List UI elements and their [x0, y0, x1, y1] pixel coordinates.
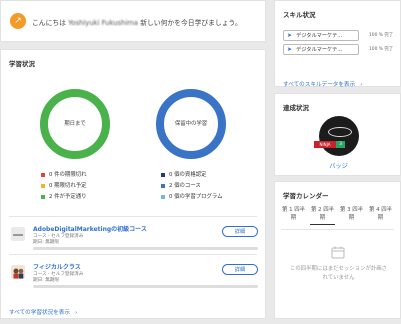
skill-points: 100 % 完了: [369, 47, 394, 52]
skill-pill[interactable]: ➤ デジタルマーケテ...: [283, 30, 359, 41]
achievements-card: 達成状況 NINJA 3 バッジ: [274, 93, 401, 176]
pending-stats: 0 個の資格認定 2 個のコース 0 個の学習プログラム: [161, 170, 223, 203]
stat-courses[interactable]: 2 個のコース: [161, 181, 223, 192]
skills-title: スキル状況: [283, 11, 316, 19]
achievements-title: 達成状況: [283, 104, 309, 112]
blue-square-icon: [161, 183, 165, 188]
green-square-icon: [41, 194, 45, 199]
quarter-tab[interactable]: 第 3 四半期: [339, 206, 364, 222]
stat-overdue[interactable]: 0 件の期限切れ: [41, 170, 87, 181]
quarter-tab[interactable]: 第 1 四半期: [281, 206, 306, 222]
skills-card: スキル状況 ➤ デジタルマーケテ... 100 % 完了 ➤ デジタルマーケテ...…: [274, 0, 401, 90]
learning-status-title: 学習状況: [9, 60, 35, 68]
user-name: Yoshiyuki Fukushima: [68, 19, 139, 27]
stat-due-soon[interactable]: 0 期限切れ予定: [41, 181, 87, 192]
show-all-skills-link[interactable]: すべてのスキルデータを表示 ›: [283, 71, 362, 90]
course-progress-bar: [33, 247, 258, 250]
send-arrow-icon: ➤: [287, 46, 293, 53]
details-button[interactable]: 詳細: [222, 226, 258, 237]
divider: [9, 254, 257, 255]
stat-certifications[interactable]: 0 個の資格認定: [161, 170, 223, 181]
course-due: 期日: 無期限: [33, 278, 59, 283]
course-thumbnail: [11, 265, 25, 279]
calendar-title: 学習カレンダー: [283, 192, 329, 200]
badges-link[interactable]: バッジ: [275, 161, 401, 170]
course-progress-bar: [33, 285, 258, 288]
calendar-icon: [331, 246, 345, 259]
stat-programs[interactable]: 0 個の学習プログラム: [161, 192, 223, 203]
divider: [281, 229, 394, 230]
badge-image[interactable]: [319, 116, 359, 156]
due-donut-label: 期日まで: [64, 121, 86, 127]
divider: [9, 216, 257, 217]
ninja-mask-icon: [328, 127, 352, 137]
learning-calendar-card: 学習カレンダー 第 1 四半期 第 2 四半期 第 3 四半期 第 4 四半期 …: [274, 181, 401, 319]
red-square-icon: [41, 172, 45, 177]
course-due: 期日: 無期限: [33, 240, 59, 245]
trend-up-icon: ↗: [10, 13, 26, 29]
greeting-card: ↗ こんにちは Yoshiyuki Fukushima 新しい何かを今日学びまし…: [0, 0, 266, 42]
badge-ribbon: NINJA: [314, 141, 336, 148]
skill-pill[interactable]: ➤ デジタルマーケテ...: [283, 44, 359, 55]
send-arrow-icon: ➤: [287, 32, 293, 39]
quarter-tab-active[interactable]: 第 2 四半期: [310, 206, 335, 225]
greeting-prefix: こんにちは: [32, 19, 69, 27]
due-donut[interactable]: 期日まで: [39, 88, 111, 160]
greeting-message: こんにちは Yoshiyuki Fukushima 新しい何かを今日学びましょう…: [32, 17, 242, 27]
yellow-square-icon: [41, 183, 45, 188]
course-title[interactable]: フィジカルクラス: [33, 262, 81, 271]
pending-donut[interactable]: 保留中の学習: [155, 88, 227, 160]
calendar-empty-message: この四半期にはまだセッションが計画さ れていません: [289, 266, 388, 281]
chevron-right-icon: ›: [360, 82, 363, 88]
stat-on-track[interactable]: 2 件が予定通り: [41, 192, 87, 203]
chevron-right-icon: ›: [75, 310, 78, 316]
learning-status-card: 学習状況 期日まで 保留中の学習 0 件の期限切れ 0 期限切れ予定 2 件が予…: [0, 49, 266, 319]
greeting-suffix: 新しい何かを今日学びましょう。: [138, 19, 242, 27]
quarter-tab[interactable]: 第 4 四半期: [368, 206, 393, 222]
course-thumbnail: [11, 227, 25, 241]
navy-square-icon: [161, 172, 165, 177]
details-button[interactable]: 詳細: [222, 264, 258, 275]
course-item[interactable]: AdobeDigitalMarketingの初級コース コース - セルフ登録済…: [1, 223, 267, 257]
light-blue-square-icon: [161, 194, 165, 199]
course-title[interactable]: AdobeDigitalMarketingの初級コース: [33, 224, 147, 233]
skill-points: 100 % 完了: [369, 33, 394, 38]
show-all-learning-link[interactable]: すべての学習状況を表示 ›: [9, 299, 77, 318]
badge-count: 3: [336, 141, 345, 148]
due-stats: 0 件の期限切れ 0 期限切れ予定 2 件が予定通り: [41, 170, 87, 203]
pending-donut-label: 保留中の学習: [174, 121, 208, 127]
course-item[interactable]: フィジカルクラス コース - セルフ登録済み 期日: 無期限 詳細: [1, 261, 267, 295]
